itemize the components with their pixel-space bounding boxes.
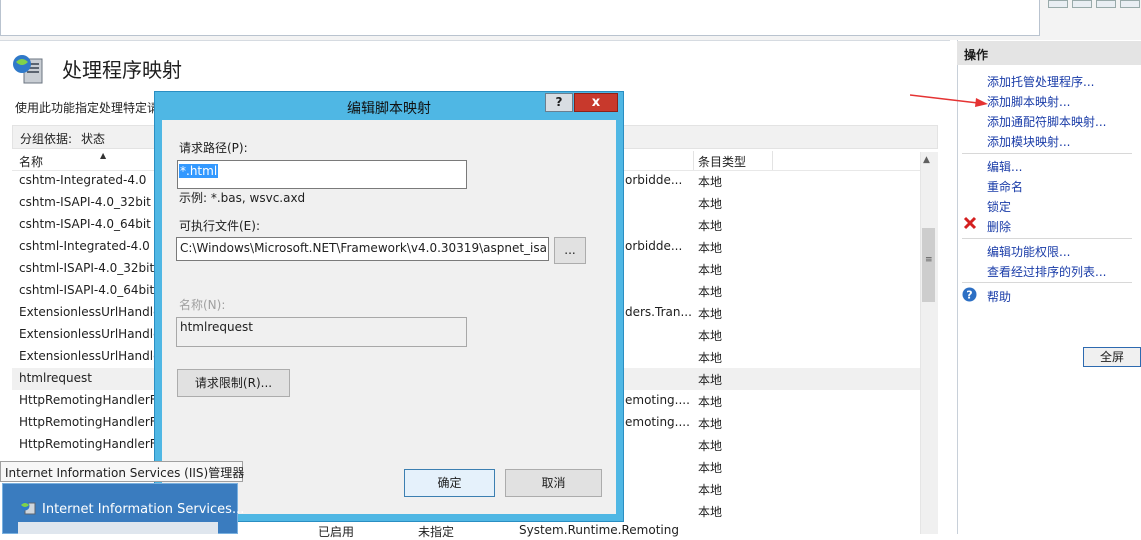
action-add-managed-handler[interactable]: 添加托管处理程序... [987,73,1094,90]
dialog-close-button[interactable]: x [574,93,618,112]
taskbar-thumbnail-title: Internet Information Services... [42,502,245,517]
row-entry-type: 本地 [698,175,723,189]
address-bar[interactable] [0,0,1040,36]
action-add-module-map[interactable]: 添加模块映射... [987,133,1070,150]
handler-mappings-icon [12,53,46,85]
row-name: cshtml-Integrated-4.0 [19,239,150,253]
column-header-entry-type[interactable]: 条目类型 [698,153,746,170]
window-button-3[interactable] [1096,0,1116,8]
row-entry-type: 本地 [698,263,723,277]
row-name: HttpRemotingHandlerFa [19,437,163,451]
executable-label: 可执行文件(E): [179,219,260,233]
request-path-value: *.html [179,164,219,178]
actions-divider [962,238,1132,239]
row-entry-type: 本地 [698,395,723,409]
action-add-script-map[interactable]: 添加脚本映射... [987,93,1070,110]
browse-button[interactable]: ... [554,237,586,264]
action-edit[interactable]: 编辑... [987,158,1022,175]
action-edit-feature-permissions[interactable]: 编辑功能权限... [987,243,1070,260]
delete-icon [963,216,977,230]
row-entry-type: 本地 [698,439,723,453]
row-name: ExtensionlessUrlHandle [19,305,161,319]
row-entry-type: 本地 [698,219,723,233]
page-description: 使用此功能指定处理特定请 [15,101,160,115]
name-value: htmlrequest [180,320,253,334]
taskbar-thumbnail-preview [18,522,218,534]
group-by-select[interactable]: 状态 [81,130,105,147]
action-view-ordered-list[interactable]: 查看经过排序的列表... [987,263,1106,280]
row-name: ExtensionlessUrlHandle [19,327,161,341]
action-lock[interactable]: 锁定 [987,198,1011,215]
scrollbar-thumb[interactable] [922,228,935,302]
executable-value: C:\Windows\Microsoft.NET\Framework\v4.0.… [180,241,546,255]
request-path-input[interactable] [177,160,467,189]
row-entry-type: 本地 [698,461,723,475]
row-name: cshtm-ISAPI-4.0_64bit [19,217,151,231]
row-entry-type: 本地 [698,351,723,365]
row-detail: emoting.... [625,393,690,407]
row-entry-type: 本地 [698,197,723,211]
partial-row-path: 未指定 [418,525,455,539]
vertical-scrollbar[interactable] [920,152,938,534]
row-detail: orbidde... [625,239,683,253]
row-entry-type: 本地 [698,417,723,431]
request-path-label: 请求路径(P): [179,141,248,155]
column-header-name[interactable]: 名称 [19,153,43,170]
sort-ascending-icon: ▲ [100,151,107,160]
row-name: cshtml-ISAPI-4.0_32bit [19,261,155,275]
request-restrictions-button[interactable]: 请求限制(R)... [177,369,290,397]
row-entry-type: 本地 [698,307,723,321]
row-entry-type: 本地 [698,505,723,519]
name-label: 名称(N): [179,298,226,312]
row-detail: orbidde... [625,173,683,187]
row-detail: emoting.... [625,415,690,429]
action-rename[interactable]: 重命名 [987,178,1023,195]
dialog-help-button[interactable]: ? [545,93,573,112]
row-entry-type: 本地 [698,329,723,343]
row-name: cshtml-ISAPI-4.0_64bit [19,283,155,297]
partial-row-handler: System.Runtime.Remoting [519,523,679,537]
fullscreen-button[interactable]: 全屏 [1083,347,1141,367]
action-help[interactable]: 帮助 [987,288,1011,305]
row-name: htmlrequest [19,371,92,385]
row-entry-type: 本地 [698,483,723,497]
taskbar-tooltip-text: Internet Information Services (IIS)管理器 [5,466,245,480]
scroll-up-icon[interactable]: ▲ [923,155,930,165]
row-name: HttpRemotingHandlerFa [19,393,163,407]
row-entry-type: 本地 [698,285,723,299]
action-delete[interactable]: 删除 [987,218,1011,235]
actions-divider [962,153,1132,154]
svg-text:?: ? [966,289,972,302]
iis-manager-icon [20,501,36,515]
column-divider[interactable] [772,151,773,170]
row-name: HttpRemotingHandlerFa [19,415,163,429]
row-name: cshtm-ISAPI-4.0_32bit [19,195,151,209]
window-button-2[interactable] [1072,0,1092,8]
group-by-label: 分组依据: [20,132,73,146]
window-button-1[interactable] [1048,0,1068,8]
grip-icon: ≡ [925,255,933,265]
column-divider[interactable] [693,151,694,170]
action-add-wildcard-script-map[interactable]: 添加通配符脚本映射... [987,113,1106,130]
row-entry-type: 本地 [698,373,723,387]
request-path-example: 示例: *.bas, wsvc.axd [179,191,306,205]
ok-button[interactable]: 确定 [404,469,495,497]
row-entry-type: 本地 [698,241,723,255]
actions-title: 操作 [964,48,989,62]
help-icon: ? [962,287,977,302]
partial-row-state: 已启用 [318,525,355,539]
actions-divider [962,282,1132,283]
page-title: 处理程序映射 [62,58,182,82]
row-name: cshtm-Integrated-4.0 [19,173,147,187]
row-detail: ders.Tran... [625,305,692,319]
row-name: ExtensionlessUrlHandle [19,349,161,363]
annotation-arrow-icon [909,93,990,107]
cancel-button[interactable]: 取消 [505,469,602,497]
window-button-4[interactable] [1120,0,1140,8]
